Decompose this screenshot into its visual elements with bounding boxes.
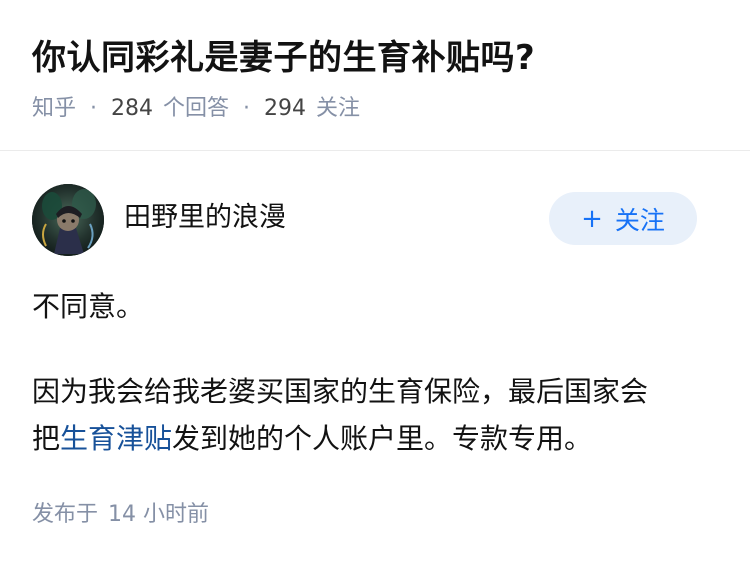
separator-dot: ·: [243, 96, 251, 121]
answer-line: 把生育津贴发到她的个人账户里。专款专用。: [32, 415, 722, 462]
question-meta: 知乎 · 284 个回答 · 294 关注: [32, 92, 360, 126]
follower-count-label[interactable]: 关注: [316, 92, 360, 126]
avatar-image: [32, 184, 104, 256]
posted-time: 发布于 14 小时前: [32, 498, 209, 532]
answer-page: 你认同彩礼是妻子的生育补贴吗? 知乎 · 284 个回答 · 294 关注 田野…: [0, 0, 750, 566]
answer-text: 发到她的个人账户里。专款专用。: [172, 422, 593, 455]
avatar[interactable]: [32, 184, 104, 256]
author-name[interactable]: 田野里的浪漫: [124, 198, 286, 238]
follow-button-label: 关注: [614, 205, 665, 235]
plus-icon: +: [581, 203, 603, 234]
keyword-link[interactable]: 生育津贴: [60, 422, 172, 455]
answer-line: 因为我会给我老婆买国家的生育保险，最后国家会: [32, 375, 649, 408]
answer-paragraph: 因为我会给我老婆买国家的生育保险，最后国家会 把生育津贴发到她的个人账户里。专款…: [32, 368, 722, 462]
answer-count: 284: [111, 96, 154, 121]
answer-paragraph: 不同意。: [32, 290, 145, 323]
answer-text: 把: [32, 422, 61, 455]
posted-value: 14 小时前: [108, 502, 210, 527]
source-label[interactable]: 知乎: [32, 92, 76, 126]
question-title[interactable]: 你认同彩礼是妻子的生育补贴吗?: [32, 34, 535, 82]
posted-prefix: 发布于: [32, 502, 99, 527]
divider: [0, 150, 750, 151]
answer-count-label[interactable]: 个回答: [163, 92, 229, 126]
separator-dot: ·: [90, 96, 98, 121]
follower-count: 294: [264, 96, 307, 121]
follow-button[interactable]: + 关注: [549, 192, 697, 245]
